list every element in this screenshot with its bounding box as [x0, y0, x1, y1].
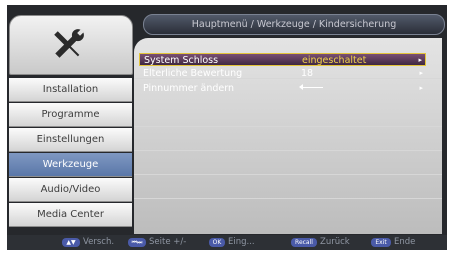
- footer-label-ende: Ende: [394, 237, 416, 247]
- arrow-left-icon: [299, 84, 323, 90]
- ok-key-icon: OK: [209, 238, 225, 247]
- left-menu-item-media-center[interactable]: Media Center: [9, 203, 132, 227]
- setting-value: 18: [301, 68, 314, 79]
- panel-divider: [134, 102, 442, 103]
- setting-row-pinnummer-aendern[interactable]: Pinnummer ändern ▸: [139, 82, 426, 95]
- footer-label-versch: Versch.: [83, 237, 115, 247]
- footer-help-bar: ▲▼ Versch. ⏮⏭ Seite +/- OK Eing... Recal…: [7, 235, 447, 250]
- panel-divider: [134, 198, 442, 199]
- setting-label: System Schloss: [144, 55, 219, 66]
- setting-row-system-schloss[interactable]: System Schloss eingeschaltet ▸: [139, 53, 426, 66]
- panel-divider: [134, 174, 442, 175]
- left-menu-item-einstellungen[interactable]: Einstellungen: [9, 128, 132, 152]
- tv-menu-screen: Installation Programme Einstellungen Wer…: [7, 5, 447, 250]
- panel-divider: [134, 150, 442, 151]
- footer-label-zurueck: Zurück: [320, 237, 350, 247]
- left-menu-item-werkzeuge[interactable]: Werkzeuge: [9, 153, 132, 177]
- footer-label-seite: Seite +/-: [149, 237, 187, 247]
- page-key-icon: ⏮⏭: [128, 238, 146, 247]
- exit-key-icon: Exit: [371, 238, 391, 247]
- setting-label: Pinnummer ändern: [143, 83, 234, 94]
- up-down-key-icon: ▲▼: [62, 238, 80, 247]
- recall-key-icon: Recall: [291, 238, 317, 247]
- left-menu-item-audio-video[interactable]: Audio/Video: [9, 178, 132, 202]
- panel-divider: [134, 126, 442, 127]
- tools-icon: [54, 28, 85, 58]
- chevron-right-icon: ▸: [419, 69, 423, 77]
- chevron-right-icon: ▸: [419, 84, 423, 92]
- left-menu-item-installation[interactable]: Installation: [9, 78, 132, 102]
- setting-label: Elterliche Bewertung: [143, 68, 243, 79]
- setting-row-elterliche-bewertung[interactable]: Elterliche Bewertung 18 ▸: [139, 67, 426, 80]
- chevron-right-icon: ▸: [418, 56, 422, 64]
- left-menu-item-programme[interactable]: Programme: [9, 103, 132, 127]
- breadcrumb: Hauptmenü / Werkzeuge / Kindersicherung: [143, 14, 445, 35]
- footer-label-eing: Eing...: [228, 237, 255, 247]
- setting-value: eingeschaltet: [302, 55, 367, 66]
- menu-header-panel: [9, 15, 133, 75]
